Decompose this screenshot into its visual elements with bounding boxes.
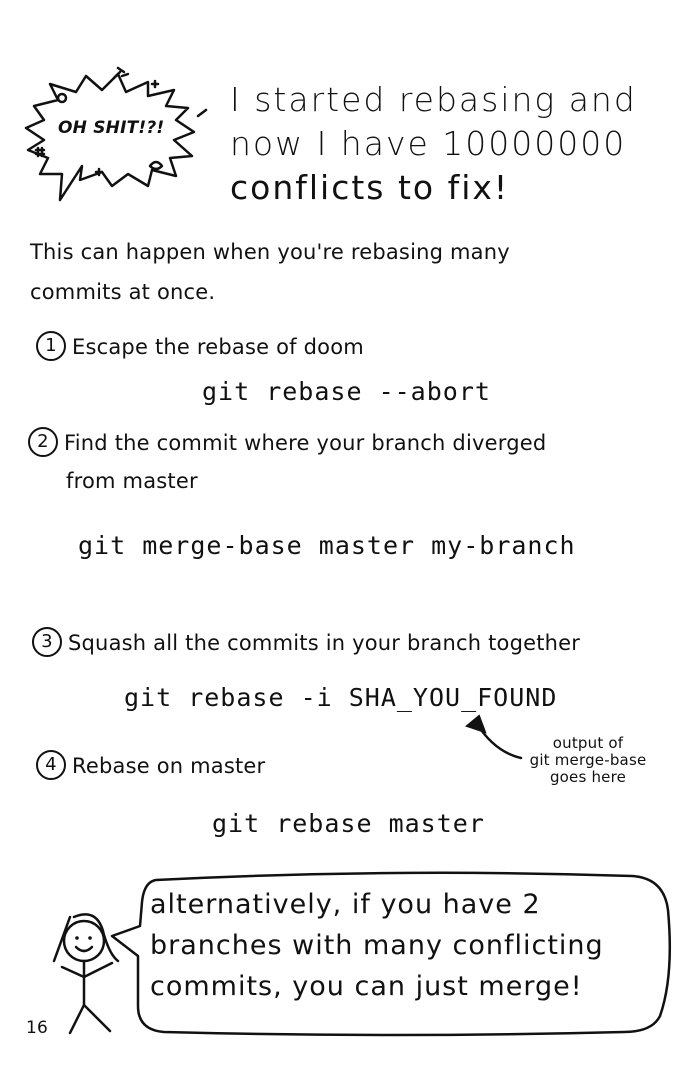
- command-merge-base: git merge-base master my-branch: [78, 531, 576, 560]
- speech-line: branches with many conflicting: [150, 930, 604, 961]
- page-number: 16: [26, 1018, 49, 1038]
- step-4: 4 Rebase on master: [36, 747, 265, 785]
- step-2: 2 Find the commit where your branch diver…: [28, 424, 546, 462]
- command-rebase-interactive: git rebase -i SHA_YOU_FOUND: [124, 683, 558, 712]
- annotation-line: goes here: [549, 768, 627, 786]
- speech-line: alternatively, if you have 2: [150, 889, 541, 920]
- page-title: I started rebasing and now I have 100000…: [230, 78, 637, 210]
- intro-line: This can happen when you're rebasing man…: [30, 240, 510, 264]
- command-abort: git rebase --abort: [202, 377, 491, 406]
- step-text: Escape the rebase of doom: [72, 335, 364, 359]
- speech-bubble: alternatively, if you have 2 branches wi…: [104, 866, 684, 1042]
- speech-line: commits, you can just merge!: [150, 971, 583, 1002]
- title-line: I started rebasing and: [230, 80, 637, 119]
- annotation-line: output of: [552, 734, 624, 752]
- step-number: 4: [36, 750, 66, 780]
- step-text: Find the commit where your branch diverg…: [64, 431, 547, 455]
- oh-shit-burst: OH SHIT!?!: [20, 62, 220, 212]
- step-number: 2: [28, 427, 58, 457]
- step-number: 1: [36, 331, 66, 361]
- speech-text: alternatively, if you have 2 branches wi…: [150, 884, 604, 1007]
- annotation-line: git merge-base: [529, 751, 647, 769]
- step-text: Rebase on master: [72, 754, 266, 778]
- intro-paragraph: This can happen when you're rebasing man…: [30, 232, 510, 312]
- step-1: 1 Escape the rebase of doom: [36, 328, 364, 366]
- step-3: 3 Squash all the commits in your branch t…: [32, 624, 580, 662]
- step-text: Squash all the commits in your branch to…: [68, 631, 581, 655]
- command-rebase-master: git rebase master: [212, 809, 485, 838]
- step-2-continued: from master: [66, 469, 198, 493]
- burst-text: OH SHIT!?!: [58, 118, 165, 138]
- title-line: conflicts to fix!: [230, 168, 510, 207]
- intro-line: commits at once.: [30, 280, 216, 304]
- title-line: now I have 10000000: [230, 124, 627, 163]
- step-number: 3: [32, 627, 62, 657]
- annotation-note: output of git merge-base goes here: [508, 735, 668, 786]
